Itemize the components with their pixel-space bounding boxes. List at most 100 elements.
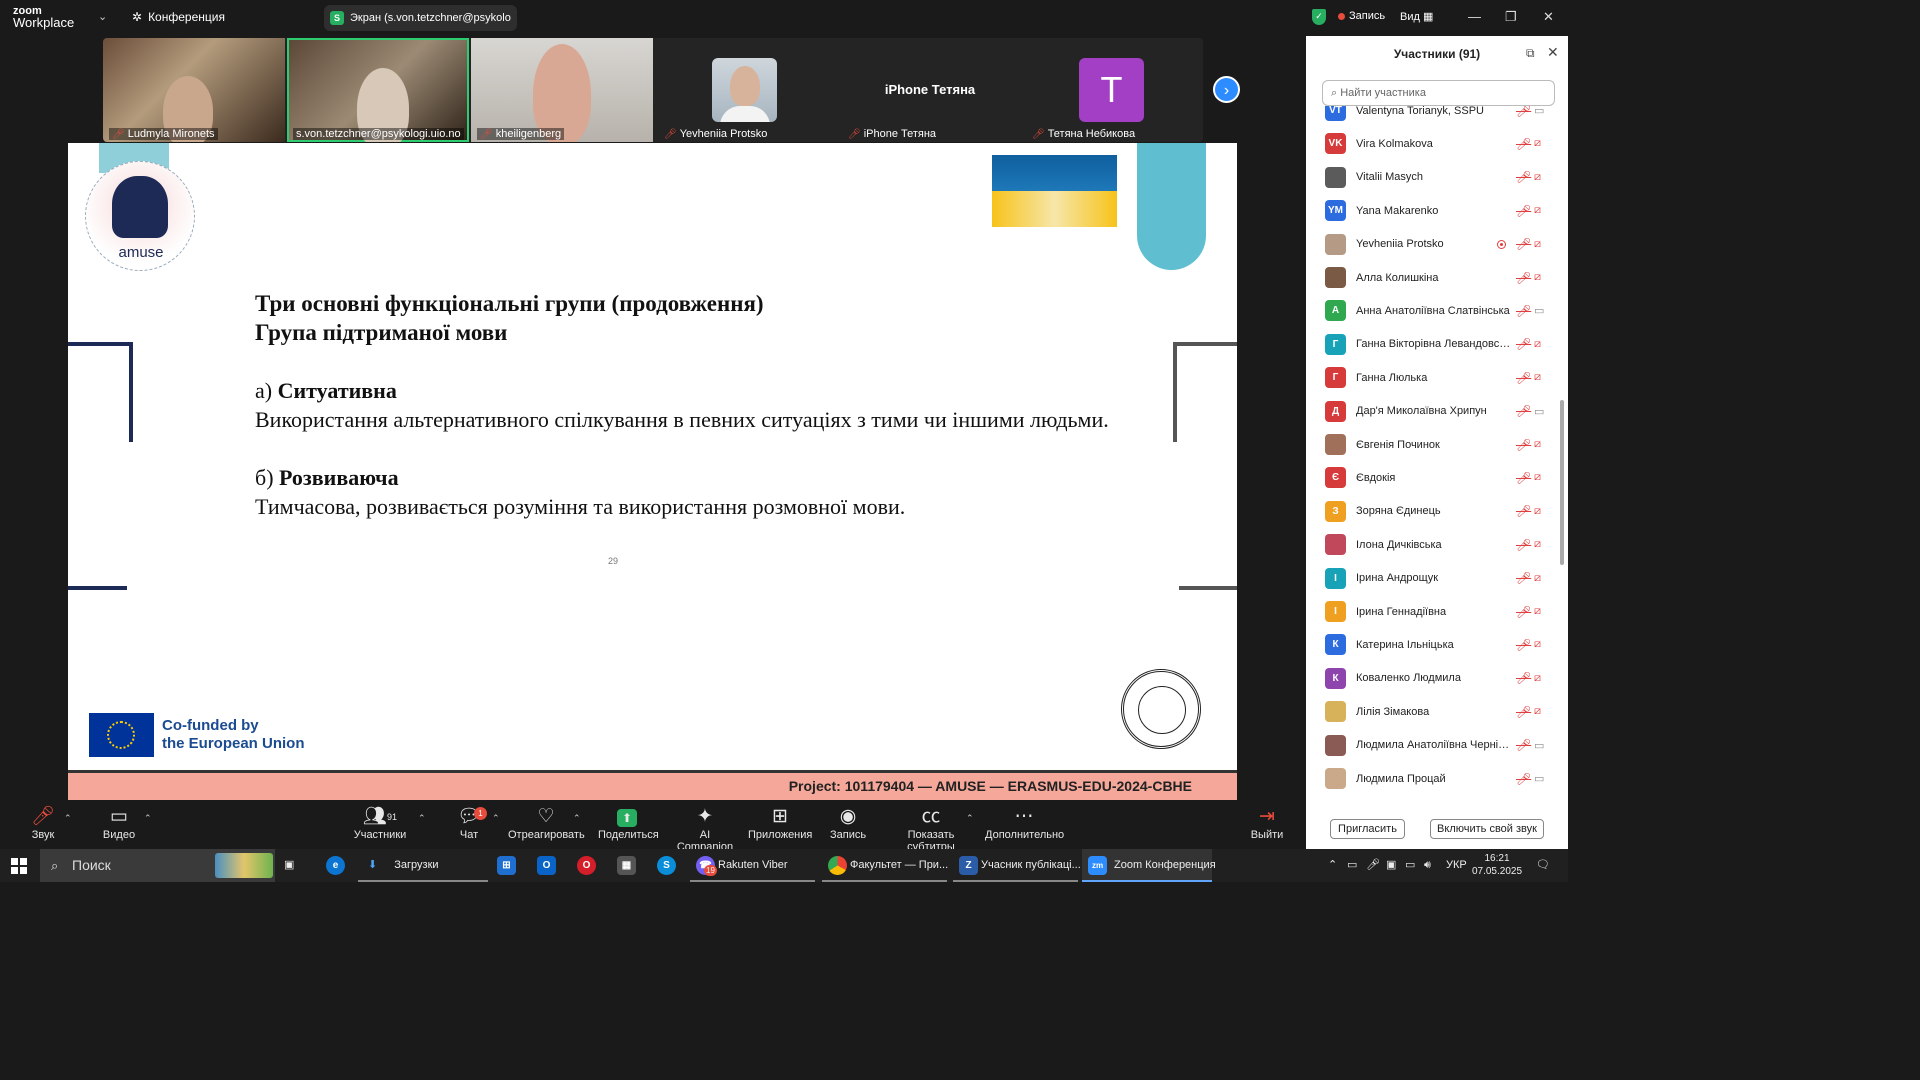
camera-icon[interactable]: ▭ bbox=[1534, 772, 1544, 785]
recording-indicator[interactable]: Запись bbox=[1338, 10, 1385, 22]
mic-off-icon[interactable]: 🎤︎ bbox=[1516, 738, 1531, 752]
task-view-icon[interactable]: ▣ bbox=[284, 849, 304, 882]
camera-off-icon[interactable]: ⧄ bbox=[1534, 137, 1541, 150]
unmute-self-button[interactable]: Включить свой звук bbox=[1430, 819, 1544, 839]
participant-row[interactable]: К Катерина Ільніцька 🎤︎ ⧄ bbox=[1306, 628, 1560, 661]
mic-off-icon[interactable]: 🎤︎ bbox=[1516, 504, 1531, 518]
participant-row[interactable]: YM Yana Makarenko 🎤︎ ⧄ bbox=[1306, 194, 1560, 227]
mic-off-icon[interactable]: 🎤︎ bbox=[1516, 705, 1531, 719]
camera-off-icon[interactable]: ⧄ bbox=[1534, 471, 1541, 484]
taskbar-chrome-2[interactable]: Z Учасник публікаці... bbox=[953, 849, 1081, 882]
camera-icon[interactable]: ▭ bbox=[1534, 106, 1544, 117]
camera-icon[interactable]: ▭ bbox=[1534, 739, 1544, 752]
minimize-icon[interactable]: — bbox=[1468, 9, 1481, 24]
participant-search-input[interactable]: ⌕ Найти участника bbox=[1322, 80, 1555, 106]
shield-icon[interactable]: ✓ bbox=[1312, 9, 1326, 25]
mic-off-icon[interactable]: 🎤︎ bbox=[1516, 638, 1531, 652]
camera-icon[interactable]: ▣ bbox=[1386, 849, 1396, 882]
participant-row[interactable]: І Ірина Андрощук 🎤︎ ⧄ bbox=[1306, 562, 1560, 595]
mic-off-icon[interactable]: 🎤︎ bbox=[1516, 538, 1531, 552]
camera-off-icon[interactable]: ⧄ bbox=[1534, 338, 1541, 351]
close-icon[interactable]: ✕ bbox=[1543, 9, 1554, 25]
chevron-up-icon[interactable]: ⌃ bbox=[418, 813, 426, 824]
calculator-icon[interactable]: ▦ bbox=[617, 856, 636, 875]
camera-off-icon[interactable]: ⧄ bbox=[1534, 672, 1541, 685]
video-tile[interactable]: T 🎤︎ Тетяна Небикова bbox=[1023, 38, 1203, 142]
video-button[interactable]: ▭ Видео bbox=[102, 805, 136, 841]
audio-button[interactable]: 🎤︎ Звук bbox=[28, 805, 58, 841]
participant-row[interactable]: З Зоряна Єдинець 🎤︎ ⧄ bbox=[1306, 495, 1560, 528]
participant-row[interactable]: Євгенія Починок 🎤︎ ⧄ bbox=[1306, 428, 1560, 461]
participant-row[interactable]: VK Vira Kolmakova 🎤︎ ⧄ bbox=[1306, 127, 1560, 160]
video-tile[interactable]: 🎤︎ Ludmyla Mironets bbox=[103, 38, 285, 142]
apps-button[interactable]: ⊞ Приложения bbox=[748, 805, 812, 841]
camera-icon[interactable]: ▭ bbox=[1534, 304, 1544, 317]
camera-off-icon[interactable]: ⧄ bbox=[1534, 271, 1541, 284]
language-indicator[interactable]: УКР bbox=[1446, 849, 1467, 882]
mic-off-icon[interactable]: 🎤︎ bbox=[1516, 438, 1531, 452]
mic-off-icon[interactable]: 🎤︎ bbox=[1516, 137, 1531, 151]
participant-row[interactable]: Yevheniia Protsko 🎤︎ ⧄ bbox=[1306, 228, 1560, 261]
mic-off-icon[interactable]: 🎤︎ bbox=[1516, 237, 1531, 251]
speaker-icon[interactable]: 🔊︎ bbox=[1424, 849, 1431, 882]
conference-info-button[interactable]: ✲ Конференция bbox=[132, 10, 225, 24]
chevron-up-icon[interactable]: ⌃ bbox=[64, 813, 72, 824]
participant-row[interactable]: Г Ганна Вікторівна Левандовська 🎤︎ ⧄ bbox=[1306, 328, 1560, 361]
taskbar-viber[interactable]: ☎ Rakuten Viber 19 bbox=[690, 849, 815, 882]
restore-icon[interactable]: ❐ bbox=[1505, 9, 1517, 25]
share-screen-button[interactable]: ⬆ Поделиться bbox=[598, 805, 659, 841]
mic-off-icon[interactable]: 🎤︎ bbox=[1516, 106, 1531, 118]
screen-share-pill[interactable]: S Экран (s.von.tetzchner@psykolo ••• bbox=[324, 5, 517, 31]
microphone-icon[interactable]: 🎤︎ bbox=[1366, 849, 1380, 882]
participant-row[interactable]: А Анна Анатоліївна Слатвінська 🎤︎ ▭ bbox=[1306, 294, 1560, 327]
participant-row[interactable]: Г Ганна Люлька 🎤︎ ⧄ bbox=[1306, 361, 1560, 394]
camera-icon[interactable]: ▭ bbox=[1534, 405, 1544, 418]
participant-row[interactable]: Ілона Дичківська 🎤︎ ⧄ bbox=[1306, 528, 1560, 561]
video-tile[interactable]: iPhone Тетяна 🎤︎ iPhone Тетяна bbox=[839, 38, 1021, 142]
mic-off-icon[interactable]: 🎤︎ bbox=[1516, 371, 1531, 385]
camera-off-icon[interactable]: ⧄ bbox=[1534, 638, 1541, 651]
camera-off-icon[interactable]: ⧄ bbox=[1534, 505, 1541, 518]
participant-row[interactable]: Людмила Анатоліївна Черніче... 🎤︎ ▭ bbox=[1306, 729, 1560, 762]
participant-row[interactable]: І Ірина Геннадіївна 🎤︎ ⧄ bbox=[1306, 595, 1560, 628]
participant-row[interactable]: Людмила Процай 🎤︎ ▭ bbox=[1306, 762, 1560, 795]
mic-off-icon[interactable]: 🎤︎ bbox=[1516, 170, 1531, 184]
network-icon[interactable]: ▭ bbox=[1347, 849, 1357, 882]
participants-button[interactable]: 👥︎91 Участники bbox=[352, 805, 408, 841]
video-tile[interactable]: 🎤︎ kheiligenberg bbox=[471, 38, 653, 142]
camera-off-icon[interactable]: ⧄ bbox=[1534, 538, 1541, 551]
participant-row[interactable]: Лілія Зімакова 🎤︎ ⧄ bbox=[1306, 695, 1560, 728]
notification-icon[interactable]: 🗨︎ bbox=[1536, 849, 1550, 882]
chevron-down-icon[interactable]: ⌄ bbox=[98, 10, 107, 23]
participant-row[interactable]: VT Valentyna Torianyk, SSPU 🎤︎ ▭ bbox=[1306, 106, 1560, 127]
taskbar-downloads[interactable]: ⬇ Загрузки bbox=[358, 849, 488, 882]
store-icon[interactable]: ⊞ bbox=[497, 856, 516, 875]
taskbar-clock[interactable]: 16:21 07.05.2025 bbox=[1470, 852, 1524, 878]
chevron-up-icon[interactable]: ⌃ bbox=[1328, 849, 1337, 882]
more-button[interactable]: ⋯ Дополнительно bbox=[985, 805, 1064, 841]
leave-button[interactable]: ⇥ Выйти bbox=[1250, 805, 1284, 841]
mic-off-icon[interactable]: 🎤︎ bbox=[1516, 204, 1531, 218]
mic-off-icon[interactable]: 🎤︎ bbox=[1516, 671, 1531, 685]
video-tile-active-speaker[interactable]: s.von.tetzchner@psykologi.uio.no bbox=[287, 38, 469, 142]
next-page-arrow-icon[interactable]: › bbox=[1213, 76, 1240, 103]
mic-off-icon[interactable]: 🎤︎ bbox=[1516, 337, 1531, 351]
taskbar-chrome[interactable]: Факультет — При... bbox=[822, 849, 948, 882]
chevron-up-icon[interactable]: ⌃ bbox=[492, 813, 500, 824]
windows-start-icon[interactable] bbox=[11, 858, 27, 874]
mic-off-icon[interactable]: 🎤︎ bbox=[1516, 271, 1531, 285]
camera-off-icon[interactable]: ⧄ bbox=[1534, 438, 1541, 451]
edge-icon[interactable]: e bbox=[326, 856, 345, 875]
captions-button[interactable]: ㏄ Показать субтитры bbox=[886, 805, 976, 853]
camera-off-icon[interactable]: ⧄ bbox=[1534, 605, 1541, 618]
camera-off-icon[interactable]: ⧄ bbox=[1534, 371, 1541, 384]
chevron-up-icon[interactable]: ⌃ bbox=[144, 813, 152, 824]
camera-off-icon[interactable]: ⧄ bbox=[1534, 171, 1541, 184]
mic-off-icon[interactable]: 🎤︎ bbox=[1516, 772, 1531, 786]
participant-row[interactable]: Д Дар'я Миколаївна Хрипун 🎤︎ ▭ bbox=[1306, 395, 1560, 428]
mic-off-icon[interactable]: 🎤︎ bbox=[1516, 605, 1531, 619]
camera-off-icon[interactable]: ⧄ bbox=[1534, 572, 1541, 585]
chevron-up-icon[interactable]: ⌃ bbox=[966, 813, 974, 824]
participant-row[interactable]: Vitalii Masych 🎤︎ ⧄ bbox=[1306, 161, 1560, 194]
taskbar-zoom[interactable]: zm Zoom Конференция bbox=[1082, 849, 1216, 882]
